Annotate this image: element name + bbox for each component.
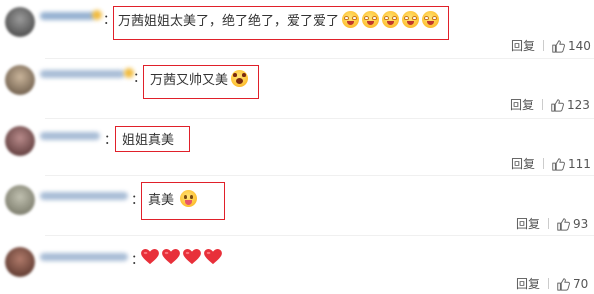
comment-item: ： 姐姐真美 回复 111 bbox=[0, 118, 594, 175]
like-count: 123 bbox=[567, 97, 590, 112]
reply-button[interactable]: 回复 bbox=[516, 215, 540, 232]
comment-text-row: 姐姐真美 bbox=[122, 129, 175, 148]
like-button[interactable]: 70 bbox=[556, 277, 588, 291]
like-count: 140 bbox=[568, 38, 591, 53]
comment-text-row bbox=[141, 249, 225, 265]
red-heart-emoji bbox=[183, 249, 201, 265]
comment-text-row: 万茜又帅又美 bbox=[150, 69, 249, 88]
avatar[interactable] bbox=[5, 126, 35, 156]
thumbs-up-icon bbox=[557, 277, 570, 291]
action-divider bbox=[543, 158, 545, 169]
reply-button[interactable]: 回复 bbox=[511, 37, 535, 54]
heart-eyes-emoji bbox=[382, 10, 400, 28]
username[interactable] bbox=[40, 192, 128, 200]
comment-actions: 回复 140 bbox=[511, 37, 591, 54]
comment-item: ： 万茜又帅又美 回复 123 bbox=[0, 58, 594, 118]
comment-item: ： 回复 70 bbox=[0, 235, 594, 294]
action-divider bbox=[548, 218, 550, 229]
comment-item: ： 万茜姐姐太美了，绝了绝了，爱了爱了 回复 140 bbox=[0, 0, 594, 58]
action-divider bbox=[542, 99, 544, 110]
red-heart-emoji bbox=[141, 249, 159, 265]
like-count: 93 bbox=[573, 216, 589, 231]
comment-list: ： 万茜姐姐太美了，绝了绝了，爱了爱了 回复 140 ： 万茜又帅又美 回复 1… bbox=[0, 0, 594, 294]
username[interactable] bbox=[40, 132, 100, 140]
heart-eyes-emoji bbox=[402, 10, 420, 28]
thumbs-up-icon bbox=[552, 39, 565, 53]
reply-button[interactable]: 回复 bbox=[511, 155, 535, 172]
comment-text: 真美 bbox=[148, 192, 175, 208]
like-count: 70 bbox=[573, 276, 589, 291]
comment-text: 姐姐真美 bbox=[122, 132, 175, 148]
shocked-emoji bbox=[231, 69, 249, 87]
heart-eyes-emoji bbox=[342, 10, 360, 28]
red-heart-emoji bbox=[204, 249, 222, 265]
like-button[interactable]: 123 bbox=[550, 98, 590, 112]
comment-actions: 回复 93 bbox=[516, 215, 588, 232]
action-divider bbox=[543, 40, 545, 51]
username[interactable] bbox=[40, 253, 128, 261]
comment-actions: 回复 70 bbox=[516, 275, 588, 292]
avatar[interactable] bbox=[5, 65, 35, 95]
comment-text: 万茜又帅又美 bbox=[150, 72, 229, 88]
comment-item: ： 真美 回复 93 bbox=[0, 175, 594, 235]
red-heart-emoji bbox=[162, 249, 180, 265]
like-button[interactable]: 111 bbox=[551, 157, 591, 171]
action-divider bbox=[548, 278, 550, 289]
like-button[interactable]: 93 bbox=[556, 217, 588, 231]
user-badge bbox=[92, 10, 102, 20]
reply-button[interactable]: 回复 bbox=[510, 96, 534, 113]
avatar[interactable] bbox=[5, 7, 35, 37]
reply-button[interactable]: 回复 bbox=[516, 275, 540, 292]
thumbs-up-icon bbox=[552, 157, 565, 171]
thumbs-up-icon bbox=[557, 217, 570, 231]
comment-text-row: 真美 bbox=[148, 189, 198, 208]
like-button[interactable]: 140 bbox=[551, 39, 591, 53]
like-count: 111 bbox=[568, 156, 591, 171]
avatar[interactable] bbox=[5, 247, 35, 277]
comment-actions: 回复 111 bbox=[511, 155, 591, 172]
heart-eyes-emoji bbox=[422, 10, 440, 28]
heart-eyes-emoji bbox=[362, 10, 380, 28]
username[interactable] bbox=[40, 12, 95, 20]
comment-actions: 回复 123 bbox=[510, 96, 590, 113]
comment-text: 万茜姐姐太美了，绝了绝了，爱了爱了 bbox=[118, 13, 340, 29]
thumbs-up-icon bbox=[551, 98, 564, 112]
tongue-out-emoji bbox=[180, 189, 198, 207]
username[interactable] bbox=[40, 70, 125, 78]
avatar[interactable] bbox=[5, 185, 35, 215]
comment-text-row: 万茜姐姐太美了，绝了绝了，爱了爱了 bbox=[118, 10, 440, 29]
